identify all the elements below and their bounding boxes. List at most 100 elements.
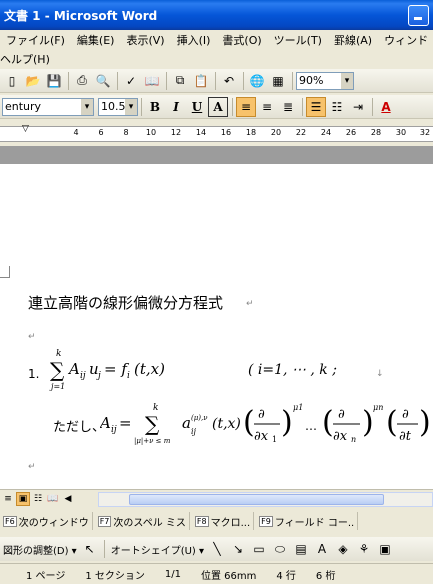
horizontal-scrollbar[interactable] bbox=[98, 492, 433, 507]
horizontal-ruler[interactable]: ▽ 4 6 8 10 12 14 16 18 20 22 24 26 28 30… bbox=[0, 122, 433, 146]
select-objects-icon[interactable]: ↖ bbox=[80, 539, 100, 559]
paren-close: ) bbox=[281, 405, 293, 440]
oval-icon[interactable]: ⬭ bbox=[270, 539, 290, 559]
align-left-icon[interactable]: ≡ bbox=[236, 96, 256, 117]
eq2-lhs-subscript: ij bbox=[111, 425, 117, 435]
eq1-sum-lower: j=1 bbox=[49, 382, 65, 391]
char-border-icon[interactable]: A bbox=[208, 96, 228, 117]
save-icon[interactable]: 💾 bbox=[44, 71, 64, 91]
spelling-icon[interactable]: ✓ bbox=[121, 71, 141, 91]
wordart-icon[interactable]: A bbox=[312, 539, 332, 559]
partial-denominator: ∂x bbox=[333, 429, 348, 444]
font-color-icon[interactable]: A bbox=[376, 97, 396, 117]
numbering-icon[interactable]: ☰ bbox=[306, 96, 326, 117]
toolbar-separator bbox=[292, 71, 293, 90]
open-folder-icon[interactable]: 📂 bbox=[23, 71, 43, 91]
insert-table-icon[interactable]: ▦ bbox=[268, 71, 288, 91]
italic-icon[interactable]: I bbox=[166, 97, 186, 117]
ruler-label: 24 bbox=[320, 128, 332, 137]
textbox-icon[interactable]: ▤ bbox=[291, 539, 311, 559]
document-heading: 連立高階の線形偏微分方程式 bbox=[28, 294, 224, 312]
diagram-icon[interactable]: ◈ bbox=[333, 539, 353, 559]
minimize-button[interactable] bbox=[408, 5, 429, 26]
zoom-select[interactable]: 90% bbox=[296, 71, 354, 90]
toolbar-separator bbox=[302, 97, 303, 116]
scrollbar-thumb[interactable] bbox=[129, 494, 384, 505]
title-bar: 文書 1 - Microsoft Word bbox=[0, 0, 433, 30]
menu-insert[interactable]: 挿入(I) bbox=[171, 32, 217, 48]
exponent: μ1 bbox=[293, 403, 303, 412]
ruler-label: 6 bbox=[98, 128, 104, 137]
indent-marker-icon[interactable]: ▽ bbox=[22, 124, 29, 134]
bullets-icon[interactable]: ☷ bbox=[327, 97, 347, 117]
status-page: 1 ページ bbox=[26, 570, 66, 582]
rectangle-icon[interactable]: ▭ bbox=[249, 539, 269, 559]
sum-icon: ∑ bbox=[50, 358, 65, 382]
print-layout-icon[interactable]: ▣ bbox=[16, 491, 30, 506]
align-center-icon[interactable]: ≡ bbox=[257, 97, 277, 117]
eq2-body: a bbox=[182, 414, 191, 432]
menu-format[interactable]: 書式(O) bbox=[216, 32, 267, 48]
fn-key: F8 bbox=[194, 515, 209, 527]
copy-icon[interactable]: ⧉ bbox=[170, 71, 190, 91]
fn-next-window[interactable]: F6 次のウィンドウ bbox=[0, 512, 93, 530]
undo-icon[interactable]: ↶ bbox=[219, 71, 239, 91]
eq-index: ( i=1, ⋯ , k ; bbox=[248, 362, 337, 378]
document-page[interactable]: 連立高階の線形偏微分方程式 ↵ ↵ 1. k ∑ j=1 A ij u j = … bbox=[0, 164, 433, 489]
menu-table[interactable]: 罫線(A) bbox=[328, 32, 378, 48]
print-icon[interactable]: ⎙ bbox=[72, 71, 92, 91]
toolbar-separator bbox=[215, 71, 216, 90]
eq2-sum-lower: |μ|+ν ≤ m bbox=[134, 437, 171, 445]
picture-icon[interactable]: ▣ bbox=[375, 539, 395, 559]
menu-file[interactable]: ファイル(F) bbox=[0, 32, 71, 48]
status-section: 1 セクション bbox=[85, 570, 145, 582]
menu-view[interactable]: 表示(V) bbox=[120, 32, 170, 48]
menu-edit[interactable]: 編集(E) bbox=[71, 32, 121, 48]
window-title: 文書 1 - Microsoft Word bbox=[4, 8, 158, 23]
toolbar-separator bbox=[243, 71, 244, 90]
fn-next-spelling[interactable]: F7 次のスペル ミス bbox=[95, 512, 190, 530]
menu-window[interactable]: ウィンド bbox=[378, 32, 433, 48]
ruler-label: 12 bbox=[170, 128, 182, 137]
print-preview-icon[interactable]: 🔍 bbox=[93, 71, 113, 91]
new-document-icon[interactable]: ▯ bbox=[2, 71, 22, 91]
paste-icon[interactable]: 📋 bbox=[191, 71, 211, 91]
indent-icon[interactable]: ⇥ bbox=[348, 97, 368, 117]
ruler-label: 26 bbox=[345, 128, 357, 137]
fn-field-code[interactable]: F9 フィールド コー.. bbox=[256, 512, 359, 530]
menu-tools[interactable]: ツール(T) bbox=[268, 32, 328, 48]
eq1-subscript: ij bbox=[80, 371, 86, 381]
eq2-equals: = bbox=[119, 414, 132, 432]
web-layout-icon[interactable]: ☷ bbox=[31, 492, 45, 506]
hyperlink-icon[interactable]: 🌐 bbox=[247, 71, 267, 91]
reading-layout-icon[interactable]: 📖 bbox=[46, 492, 60, 506]
paragraph-mark-icon: ↓ bbox=[376, 369, 384, 379]
ruler-label: 8 bbox=[123, 128, 129, 137]
margin-corner-mark bbox=[0, 266, 10, 278]
autoshape-menu[interactable]: オートシェイプ(U) ▾ bbox=[108, 542, 207, 557]
normal-view-icon[interactable]: ≡ bbox=[1, 492, 15, 506]
partial-numerator: ∂ bbox=[258, 407, 265, 422]
bold-icon[interactable]: B bbox=[145, 97, 165, 117]
paren-open: ( bbox=[386, 405, 398, 440]
eq2-lhs: A bbox=[100, 414, 111, 432]
research-icon[interactable]: 📖 bbox=[142, 71, 162, 91]
status-position: 位置 66mm bbox=[200, 570, 257, 582]
formatting-toolbar: entury 10.5 B I U A ≡ ≡ ≣ ☰ ☷ ⇥ A bbox=[0, 95, 433, 119]
font-size-select[interactable]: 10.5 bbox=[98, 97, 138, 116]
justify-icon[interactable]: ≣ bbox=[278, 97, 298, 117]
font-name-select[interactable]: entury bbox=[2, 97, 94, 116]
draw-adjust-menu[interactable]: 図形の調整(D) ▾ bbox=[0, 542, 80, 557]
ellipsis: … bbox=[305, 419, 317, 433]
clipart-icon[interactable]: ⚘ bbox=[354, 539, 374, 559]
eq-number: 1. bbox=[28, 367, 39, 381]
arrow-icon[interactable]: ↘ bbox=[228, 539, 248, 559]
function-key-bar: F6 次のウィンドウ F7 次のスペル ミス F8 マクロ... F9 フィールド コー… bbox=[0, 510, 433, 532]
fn-label: フィールド コー.. bbox=[274, 517, 355, 529]
underline-icon[interactable]: U bbox=[187, 97, 207, 117]
ruler-label: 20 bbox=[270, 128, 282, 137]
scroll-left-icon[interactable]: ◀ bbox=[61, 492, 75, 506]
line-icon[interactable]: ╲ bbox=[207, 539, 227, 559]
fn-macro[interactable]: F8 マクロ... bbox=[192, 512, 255, 530]
menu-help[interactable]: ヘルプ(H) bbox=[0, 51, 56, 67]
